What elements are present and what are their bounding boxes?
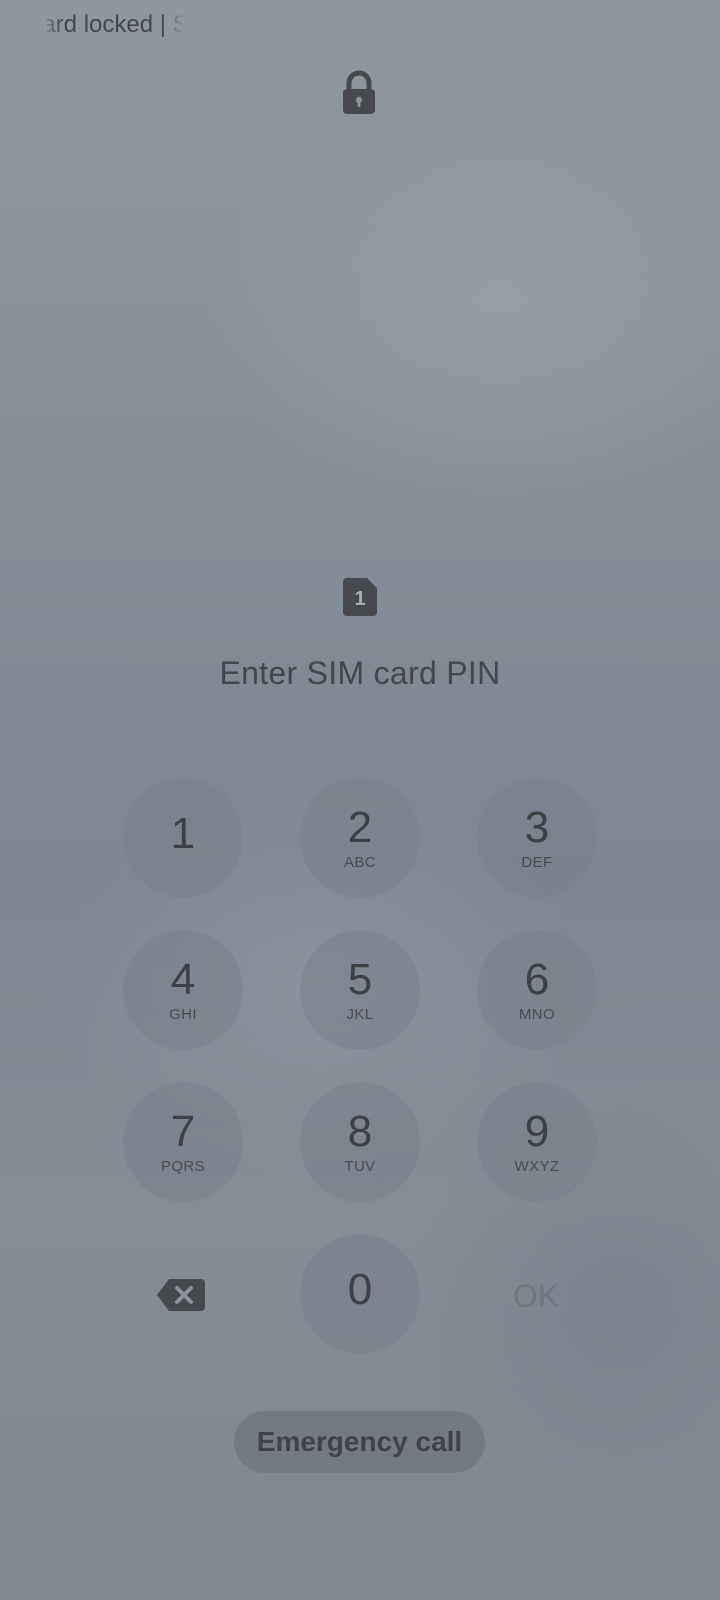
status-carrier-text: Card locked | S: [47, 8, 184, 42]
ok-button[interactable]: OK: [476, 1276, 596, 1316]
key-digit: 2: [347, 803, 373, 852]
key-9[interactable]: 9 WXYZ: [477, 1082, 597, 1202]
emergency-call-button[interactable]: Emergency call: [234, 1411, 485, 1473]
key-letters: DEF: [521, 854, 553, 871]
key-digit: 7: [170, 1107, 196, 1156]
key-letters: ABC: [343, 854, 377, 871]
key-digit: 3: [524, 803, 550, 852]
key-3[interactable]: 3 DEF: [477, 778, 597, 898]
key-digit: 1: [170, 809, 196, 858]
status-carrier-label: Card locked | S: [47, 11, 184, 38]
key-4[interactable]: 4 GHI: [123, 930, 243, 1050]
key-letters: JKL: [346, 1006, 374, 1023]
pin-prompt: Enter SIM card PIN: [219, 655, 501, 691]
key-7[interactable]: 7 PQRS: [123, 1082, 243, 1202]
key-letters: PQRS: [160, 1158, 206, 1175]
sim-card-icon: 1: [343, 578, 377, 616]
backspace-icon: [157, 1279, 205, 1311]
key-0[interactable]: 0: [300, 1234, 420, 1354]
sim-slot-number: 1: [354, 588, 365, 610]
key-letters: MNO: [518, 1006, 556, 1023]
key-2[interactable]: 2 ABC: [300, 778, 420, 898]
key-digit: 4: [170, 955, 196, 1004]
key-digit: 0: [347, 1265, 373, 1314]
key-letters: GHI: [169, 1006, 197, 1023]
key-digit: 9: [524, 1107, 550, 1156]
key-1[interactable]: 1: [123, 778, 243, 898]
key-letters: TUV: [344, 1158, 376, 1175]
backspace-button[interactable]: [155, 1276, 207, 1314]
key-digit: 5: [347, 955, 373, 1004]
key-5[interactable]: 5 JKL: [300, 930, 420, 1050]
key-6[interactable]: 6 MNO: [477, 930, 597, 1050]
lock-icon: [340, 70, 378, 116]
key-8[interactable]: 8 TUV: [300, 1082, 420, 1202]
key-digit: 6: [524, 955, 550, 1004]
key-digit: 8: [347, 1107, 373, 1156]
key-letters: WXYZ: [514, 1158, 560, 1175]
